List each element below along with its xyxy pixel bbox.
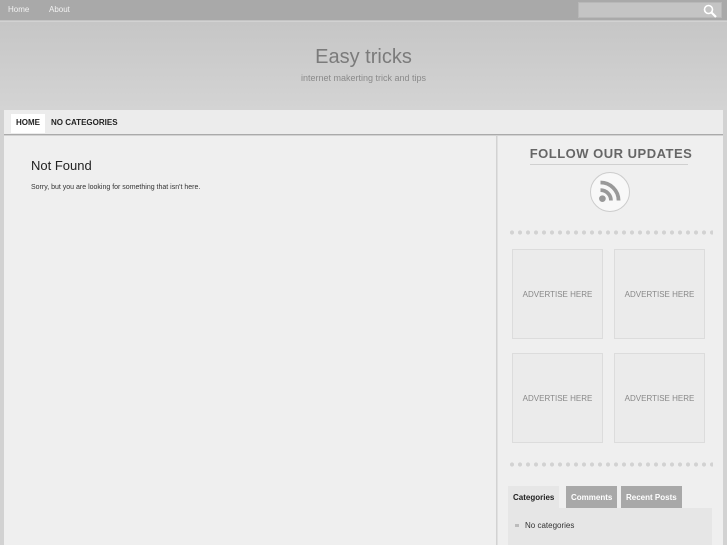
main-nav: HOME NO CATEGORIES: [4, 110, 723, 135]
rss-button[interactable]: [590, 172, 630, 212]
follow-heading: FOLLOW OUR UPDATES: [529, 146, 693, 161]
no-categories-text: No categories: [525, 521, 575, 530]
site-tagline: internet makerting trick and tips: [300, 73, 427, 83]
sidebar-tabs: Categories Comments Recent Posts No cate…: [508, 486, 712, 545]
site-header: Easy tricks internet makerting trick and…: [0, 22, 727, 110]
tab-panel: No categories: [508, 508, 712, 545]
nav-home[interactable]: HOME: [11, 114, 45, 133]
ad-slot[interactable]: ADVERTISE HERE: [512, 249, 603, 339]
tab-recent-posts[interactable]: Recent Posts: [621, 486, 682, 508]
site-title[interactable]: Easy tricks: [0, 46, 727, 69]
dotted-divider: [508, 230, 713, 235]
search-icon[interactable]: [703, 4, 717, 18]
ad-slot[interactable]: ADVERTISE HERE: [512, 353, 603, 443]
ad-slot[interactable]: ADVERTISE HERE: [614, 249, 705, 339]
ad-slot[interactable]: ADVERTISE HERE: [614, 353, 705, 443]
dotted-divider: [508, 462, 713, 467]
tab-categories[interactable]: Categories: [508, 486, 560, 508]
sidebar: FOLLOW OUR UPDATES ADVERTISE HERE ADVERT…: [497, 136, 723, 545]
divider: [530, 164, 688, 165]
top-link-about[interactable]: About: [49, 5, 70, 14]
nav-no-categories[interactable]: NO CATEGORIES: [46, 114, 123, 133]
rss-icon: [599, 180, 621, 202]
page-title: Not Found: [31, 158, 92, 173]
bullet-icon: [515, 524, 519, 527]
main-content: Not Found Sorry, but you are looking for…: [4, 136, 496, 545]
not-found-message: Sorry, but you are looking for something…: [31, 184, 201, 191]
top-bar: Home About: [0, 0, 727, 21]
search-input[interactable]: [578, 2, 722, 18]
top-link-home[interactable]: Home: [8, 5, 29, 14]
tab-comments[interactable]: Comments: [566, 486, 618, 508]
